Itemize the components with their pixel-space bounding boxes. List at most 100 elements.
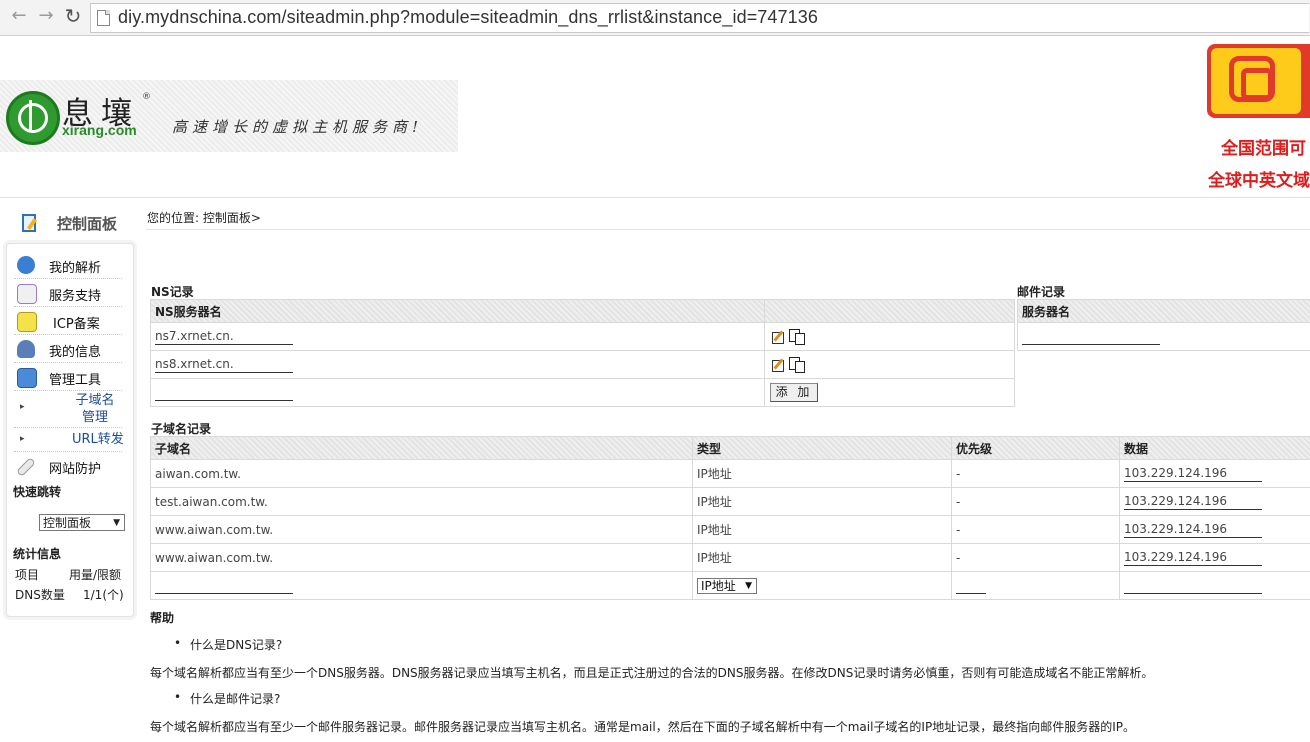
help-question-text: 什么是邮件记录? — [190, 692, 281, 706]
record-data-input[interactable]: 103.229.124.196 — [1124, 465, 1262, 482]
sidebar-item-protect[interactable]: 网站防护 — [14, 453, 124, 479]
table-row: test.aiwan.com.tw. IP地址 - 103.229.124.19… — [150, 487, 1310, 516]
sidebar-item-label: 我的解析 — [49, 261, 102, 276]
ad-text-line2[interactable]: 全球中英文域 — [1208, 166, 1310, 191]
url-text[interactable]: diy.mydnschina.com/siteadmin.php?module=… — [118, 7, 818, 28]
bullet-arrow-icon: ▸ — [20, 434, 25, 444]
ns-header-name: NS服务器名 — [150, 299, 765, 323]
stats-row-usage: 1/1(个) — [83, 588, 124, 602]
address-bar[interactable]: diy.mydnschina.com/siteadmin.php?module=… — [90, 3, 1309, 33]
page-icon — [97, 10, 110, 26]
col-header-priority: 优先级 — [951, 436, 1120, 460]
help-title: 帮助 — [150, 611, 175, 625]
menu-divider — [14, 306, 122, 307]
quick-jump-select[interactable]: 控制面板 ▼ — [39, 514, 125, 531]
record-data-input[interactable]: 103.229.124.196 — [1124, 521, 1262, 538]
record-priority: - — [951, 487, 1120, 516]
logo-text-en: xirang.com — [62, 122, 137, 138]
mail-server-input[interactable] — [1022, 328, 1160, 345]
ns-server-input[interactable]: ns8.xrnet.cn. — [155, 356, 293, 373]
chevron-down-icon: ▼ — [113, 518, 120, 528]
breadcrumb: 您的位置: 控制面板> — [147, 211, 261, 225]
header-divider — [0, 197, 1310, 198]
delete-icon[interactable] — [789, 357, 805, 373]
stats-row-item: DNS数量 — [15, 588, 65, 602]
record-data-input[interactable]: 103.229.124.196 — [1124, 549, 1262, 566]
table-row: ns7.xrnet.cn. — [150, 322, 1015, 351]
sidebar-item-my-dns[interactable]: 我的解析 — [14, 252, 124, 278]
ad-text-line1[interactable]: 全国范围可 — [1221, 134, 1306, 159]
record-type: IP地址 — [692, 487, 952, 516]
sidebar-item-tools[interactable]: 管理工具 — [14, 364, 124, 390]
delete-icon[interactable] — [789, 329, 805, 345]
sidebar-item-label: 管理工具 — [49, 373, 102, 388]
registered-mark: ® — [142, 92, 151, 102]
col-header-subdomain: 子域名 — [150, 436, 693, 460]
mail-table: 服务器名 — [1017, 299, 1310, 351]
edit-icon[interactable] — [771, 358, 785, 372]
table-row — [1017, 322, 1310, 351]
record-data-input[interactable]: 103.229.124.196 — [1124, 493, 1262, 510]
bullet-icon: • — [174, 690, 182, 704]
sidebar-item-label: 我的信息 — [49, 345, 102, 360]
sidebar-subitem-url-forward[interactable]: ▸ URL转发 — [20, 431, 126, 449]
sidebar-item-my-info[interactable]: 我的信息 — [14, 336, 124, 362]
table-row-new: IP地址 ▼ — [150, 571, 1310, 600]
tools-icon — [17, 368, 37, 388]
sidebar-item-label: 服务支持 — [49, 289, 102, 304]
sidebar-item-icp[interactable]: ICP备案 — [14, 308, 124, 334]
bullet-arrow-icon: ▸ — [20, 402, 25, 412]
table-row: ns8.xrnet.cn. — [150, 350, 1015, 379]
table-row: www.aiwan.com.tw. IP地址 - 103.229.124.196 — [150, 515, 1310, 544]
xirang-logo-icon[interactable] — [6, 91, 60, 145]
bullet-icon: • — [174, 636, 182, 650]
ns-table-header: NS服务器名 — [150, 299, 1015, 323]
ns-new-input[interactable] — [155, 384, 293, 401]
sidebar-item-label: ICP备案 — [53, 317, 100, 332]
record-priority: - — [951, 459, 1120, 488]
record-type: IP地址 — [692, 459, 952, 488]
ns-header-actions — [764, 299, 1015, 323]
menu-divider — [14, 334, 122, 335]
sidebar-subitem-subdomain[interactable]: ▸ 子域名管理 — [20, 392, 126, 426]
help-answer-mail: 每个域名解析都应当有至少一个邮件服务器记录。邮件服务器记录应当填写主机名。通常是… — [150, 720, 1135, 734]
record-priority: - — [951, 515, 1120, 544]
sidebar-item-support[interactable]: 服务支持 — [14, 280, 124, 306]
menu-divider — [14, 451, 122, 452]
record-type: IP地址 — [692, 515, 952, 544]
menu-divider — [14, 390, 122, 391]
browser-toolbar: ← → ↻ diy.mydnschina.com/siteadmin.php?m… — [0, 0, 1310, 36]
ns-server-input[interactable]: ns7.xrnet.cn. — [155, 328, 293, 345]
back-arrow-icon[interactable]: ← — [8, 5, 30, 27]
mail-section-title: 邮件记录 — [1017, 285, 1066, 299]
forward-arrow-icon[interactable]: → — [35, 5, 57, 27]
mail-header-name: 服务器名 — [1017, 299, 1310, 323]
quick-jump-value: 控制面板 — [43, 516, 92, 530]
shield-icon — [16, 457, 36, 477]
ad-logo-icon — [1229, 56, 1275, 102]
edit-icon[interactable] — [771, 330, 785, 344]
sidebar-title: 控制面板 — [57, 215, 118, 233]
col-header-data: 数据 — [1119, 436, 1310, 460]
ns-add-button[interactable]: 添 加 — [770, 383, 818, 402]
reload-icon[interactable]: ↻ — [62, 5, 84, 27]
chevron-down-icon: ▼ — [745, 580, 752, 591]
subdomain-table: 子域名 类型 优先级 数据 aiwan.com.tw. IP地址 - 103.2… — [150, 436, 1310, 600]
stats-header-item: 项目 — [15, 568, 40, 582]
help-question-text: 什么是DNS记录? — [190, 638, 283, 652]
col-header-type: 类型 — [692, 436, 952, 460]
new-type-select[interactable]: IP地址 ▼ — [697, 577, 757, 594]
ns-section-title: NS记录 — [151, 285, 194, 299]
subdomain-name: aiwan.com.tw. — [150, 459, 693, 488]
new-subdomain-input[interactable] — [155, 577, 293, 594]
subdomain-table-header: 子域名 类型 优先级 数据 — [150, 436, 1310, 460]
new-data-input[interactable] — [1124, 577, 1262, 594]
subdomain-name: www.aiwan.com.tw. — [150, 515, 693, 544]
new-priority-input[interactable] — [956, 577, 986, 594]
subdomain-section-title: 子域名记录 — [151, 422, 212, 436]
certificate-icon — [17, 312, 37, 332]
stats-header: 项目 用量/限额 — [15, 566, 121, 583]
ad-banner[interactable] — [1207, 44, 1310, 118]
table-row: 添 加 — [150, 378, 1015, 407]
stats-row: DNS数量 1/1(个) — [15, 586, 124, 603]
